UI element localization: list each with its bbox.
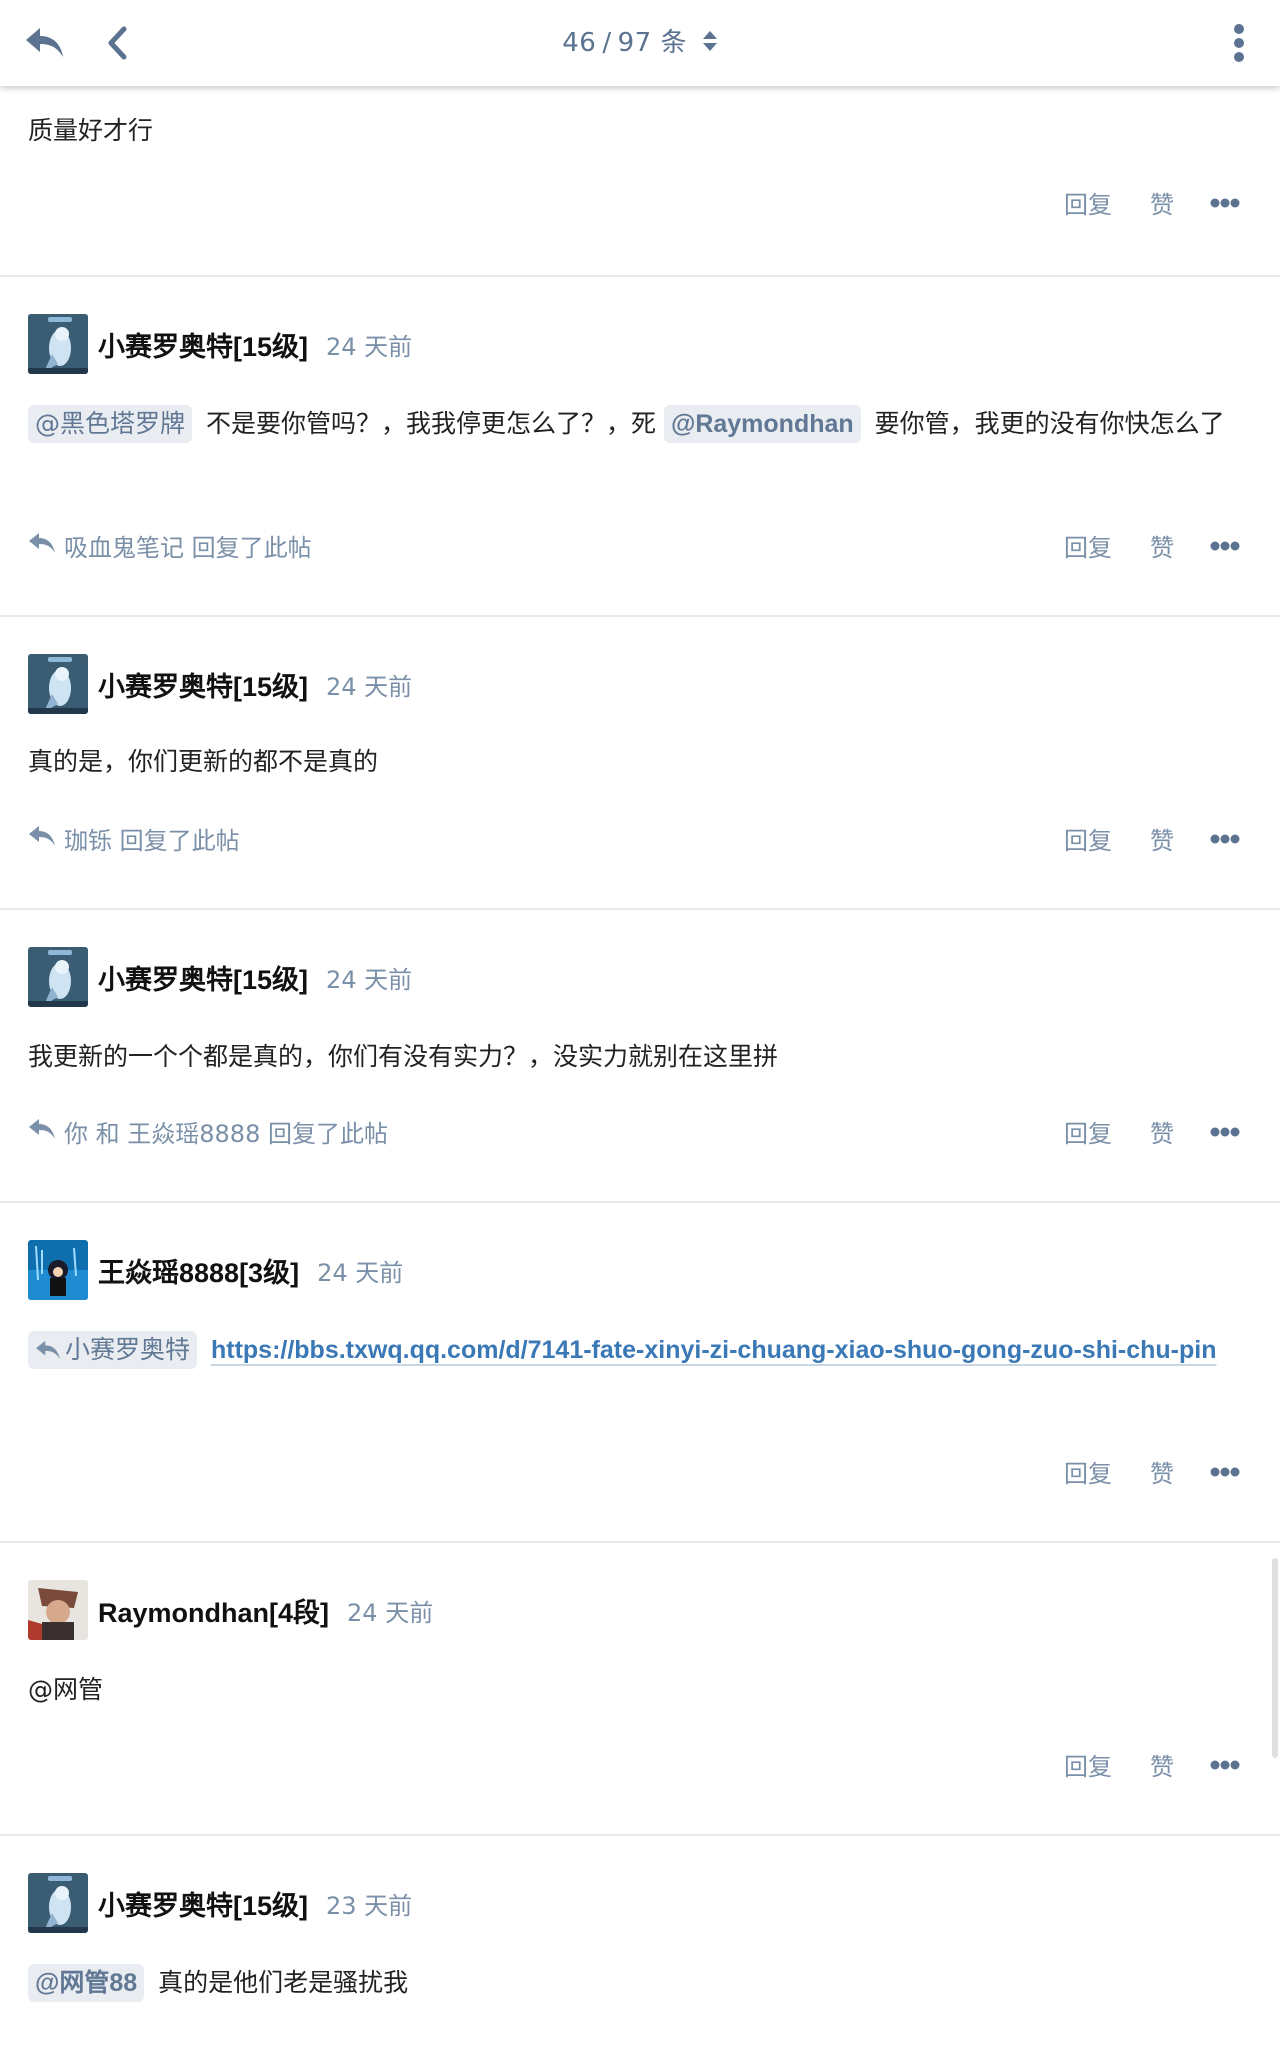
post-content: @网管88 真的是他们老是骚扰我 bbox=[28, 1960, 1250, 2006]
post-content: 质量好才行 bbox=[28, 116, 154, 145]
reply-button[interactable]: 回复 bbox=[1064, 528, 1112, 563]
reply-button[interactable]: 回复 bbox=[1064, 1454, 1112, 1489]
post-text: 要你管，我更的没有你快怎么了 bbox=[874, 409, 1225, 438]
more-horizontal-icon[interactable] bbox=[1210, 541, 1240, 551]
scrollbar[interactable] bbox=[1272, 1558, 1278, 1758]
username[interactable]: 小赛罗奥特[15级] bbox=[98, 958, 308, 997]
post-header: 小赛罗奥特[15级] 24 天前 bbox=[28, 946, 412, 1008]
replied-text: 你 和 王焱瑶8888 回复了此帖 bbox=[64, 1120, 388, 1148]
like-button[interactable]: 赞 bbox=[1150, 1747, 1174, 1782]
post-content: 小赛罗奥特 https://bbs.txwq.qq.com/d/7141-fat… bbox=[28, 1327, 1250, 1373]
post-text: 不是要你管吗？，我我停更怎么了？，死 bbox=[205, 409, 656, 438]
current-position: 46 bbox=[562, 28, 597, 58]
more-horizontal-icon[interactable] bbox=[1210, 1760, 1240, 1770]
reply-button[interactable]: 回复 bbox=[1064, 821, 1112, 856]
avatar[interactable] bbox=[28, 1873, 88, 1933]
post-content: @黑色塔罗牌 不是要你管吗？，我我停更怎么了？，死 @Raymondhan 要你… bbox=[28, 401, 1250, 447]
post-time: 24 天前 bbox=[326, 332, 413, 361]
post-header: Raymondhan[4段] 24 天前 bbox=[28, 1579, 433, 1641]
username[interactable]: 王焱瑶8888[3级] bbox=[98, 1251, 299, 1290]
post-header: 小赛罗奥特[15级] 23 天前 bbox=[28, 1872, 412, 1934]
post-actions: 回复 赞 bbox=[1026, 528, 1240, 563]
username[interactable]: 小赛罗奥特[15级] bbox=[98, 665, 308, 704]
separator: / bbox=[602, 28, 612, 58]
reply-arrow-icon bbox=[28, 824, 56, 854]
post-text: 真的是他们老是骚扰我 bbox=[158, 1968, 409, 1997]
post-header: 王焱瑶8888[3级] 24 天前 bbox=[28, 1239, 403, 1301]
username[interactable]: 小赛罗奥特[15级] bbox=[98, 1884, 308, 1923]
reply-button[interactable]: 回复 bbox=[1064, 185, 1112, 220]
post-content: 我更新的一个个都是真的，你们有没有实力？，没实力就别在这里拼 bbox=[28, 1042, 779, 1071]
post-actions: 回复 赞 bbox=[1026, 185, 1240, 220]
post-time: 23 天前 bbox=[326, 1891, 413, 1920]
username[interactable]: 小赛罗奥特[15级] bbox=[98, 325, 308, 364]
post-actions: 回复 赞 bbox=[1026, 1747, 1240, 1782]
reply-to-tag[interactable]: 小赛罗奥特 bbox=[28, 1331, 198, 1369]
post-item: Raymondhan[4段] 24 天前 @网管 回复 赞 bbox=[0, 1541, 1280, 1836]
post-item: 小赛罗奥特[15级] 24 天前 我更新的一个个都是真的，你们有没有实力？，没实… bbox=[0, 908, 1280, 1203]
mention-tag[interactable]: @Raymondhan bbox=[663, 405, 861, 443]
post-item: 王焱瑶8888[3级] 24 天前 小赛罗奥特 https://bbs.txwq… bbox=[0, 1201, 1280, 1543]
replied-text: 珈铄 回复了此帖 bbox=[64, 827, 240, 855]
username[interactable]: Raymondhan[4段] bbox=[98, 1591, 329, 1630]
more-horizontal-icon[interactable] bbox=[1210, 834, 1240, 844]
reply-button[interactable]: 回复 bbox=[1064, 1747, 1112, 1782]
mention-tag[interactable]: @黑色塔罗牌 bbox=[28, 405, 193, 443]
reply-to-name: 小赛罗奥特 bbox=[65, 1335, 191, 1364]
post-item: 小赛罗奥特[15级] 24 天前 真的是，你们更新的都不是真的 珈铄 回复了此帖… bbox=[0, 615, 1280, 910]
sort-updown-icon bbox=[702, 29, 718, 59]
reply-button[interactable]: 回复 bbox=[1064, 1114, 1112, 1149]
like-button[interactable]: 赞 bbox=[1150, 821, 1174, 856]
post-time: 24 天前 bbox=[317, 1258, 404, 1287]
avatar[interactable] bbox=[28, 947, 88, 1007]
more-horizontal-icon[interactable] bbox=[1210, 1127, 1240, 1137]
reply-arrow-icon bbox=[28, 531, 56, 561]
post-time: 24 天前 bbox=[326, 672, 413, 701]
unit-label: 条 bbox=[660, 28, 687, 58]
post-actions: 回复 赞 bbox=[1026, 1114, 1240, 1149]
reply-arrow-icon bbox=[28, 1117, 56, 1147]
post-header: 小赛罗奥特[15级] 24 天前 bbox=[28, 313, 412, 375]
like-button[interactable]: 赞 bbox=[1150, 185, 1174, 220]
post-actions: 回复 赞 bbox=[1026, 821, 1240, 856]
more-vertical-icon[interactable] bbox=[1214, 18, 1264, 68]
post-header: 小赛罗奥特[15级] 24 天前 bbox=[28, 653, 412, 715]
post-time: 24 天前 bbox=[347, 1598, 434, 1627]
post-content: @网管 bbox=[28, 1675, 104, 1704]
replied-info[interactable]: 你 和 王焱瑶8888 回复了此帖 bbox=[28, 1114, 388, 1149]
replied-text: 吸血鬼笔记 回复了此帖 bbox=[64, 534, 312, 562]
avatar[interactable] bbox=[28, 314, 88, 374]
replied-info[interactable]: 吸血鬼笔记 回复了此帖 bbox=[28, 528, 312, 563]
reply-arrow-icon bbox=[36, 1340, 60, 1360]
more-horizontal-icon[interactable] bbox=[1210, 1467, 1240, 1477]
more-horizontal-icon[interactable] bbox=[1210, 198, 1240, 208]
total-count: 97 bbox=[617, 28, 652, 58]
post-actions: 回复 赞 bbox=[1026, 1454, 1240, 1489]
like-button[interactable]: 赞 bbox=[1150, 1114, 1174, 1149]
post-link[interactable]: https://bbs.txwq.qq.com/d/7141-fate-xiny… bbox=[211, 1336, 1217, 1364]
top-bar: 46/97 条 bbox=[0, 0, 1280, 86]
like-button[interactable]: 赞 bbox=[1150, 1454, 1174, 1489]
post-content: 真的是，你们更新的都不是真的 bbox=[28, 747, 379, 776]
avatar[interactable] bbox=[28, 1240, 88, 1300]
mention-tag[interactable]: @网管88 bbox=[28, 1964, 145, 2002]
post-item: 小赛罗奥特[15级] 24 天前 @黑色塔罗牌 不是要你管吗？，我我停更怎么了？… bbox=[0, 275, 1280, 617]
like-button[interactable]: 赞 bbox=[1150, 528, 1174, 563]
post-position-counter[interactable]: 46/97 条 bbox=[0, 22, 1280, 59]
avatar[interactable] bbox=[28, 654, 88, 714]
avatar[interactable] bbox=[28, 1580, 88, 1640]
post-item: 小赛罗奥特[15级] 23 天前 @网管88 真的是他们老是骚扰我 bbox=[0, 1834, 1280, 2048]
replied-info[interactable]: 珈铄 回复了此帖 bbox=[28, 821, 240, 856]
post-time: 24 天前 bbox=[326, 965, 413, 994]
